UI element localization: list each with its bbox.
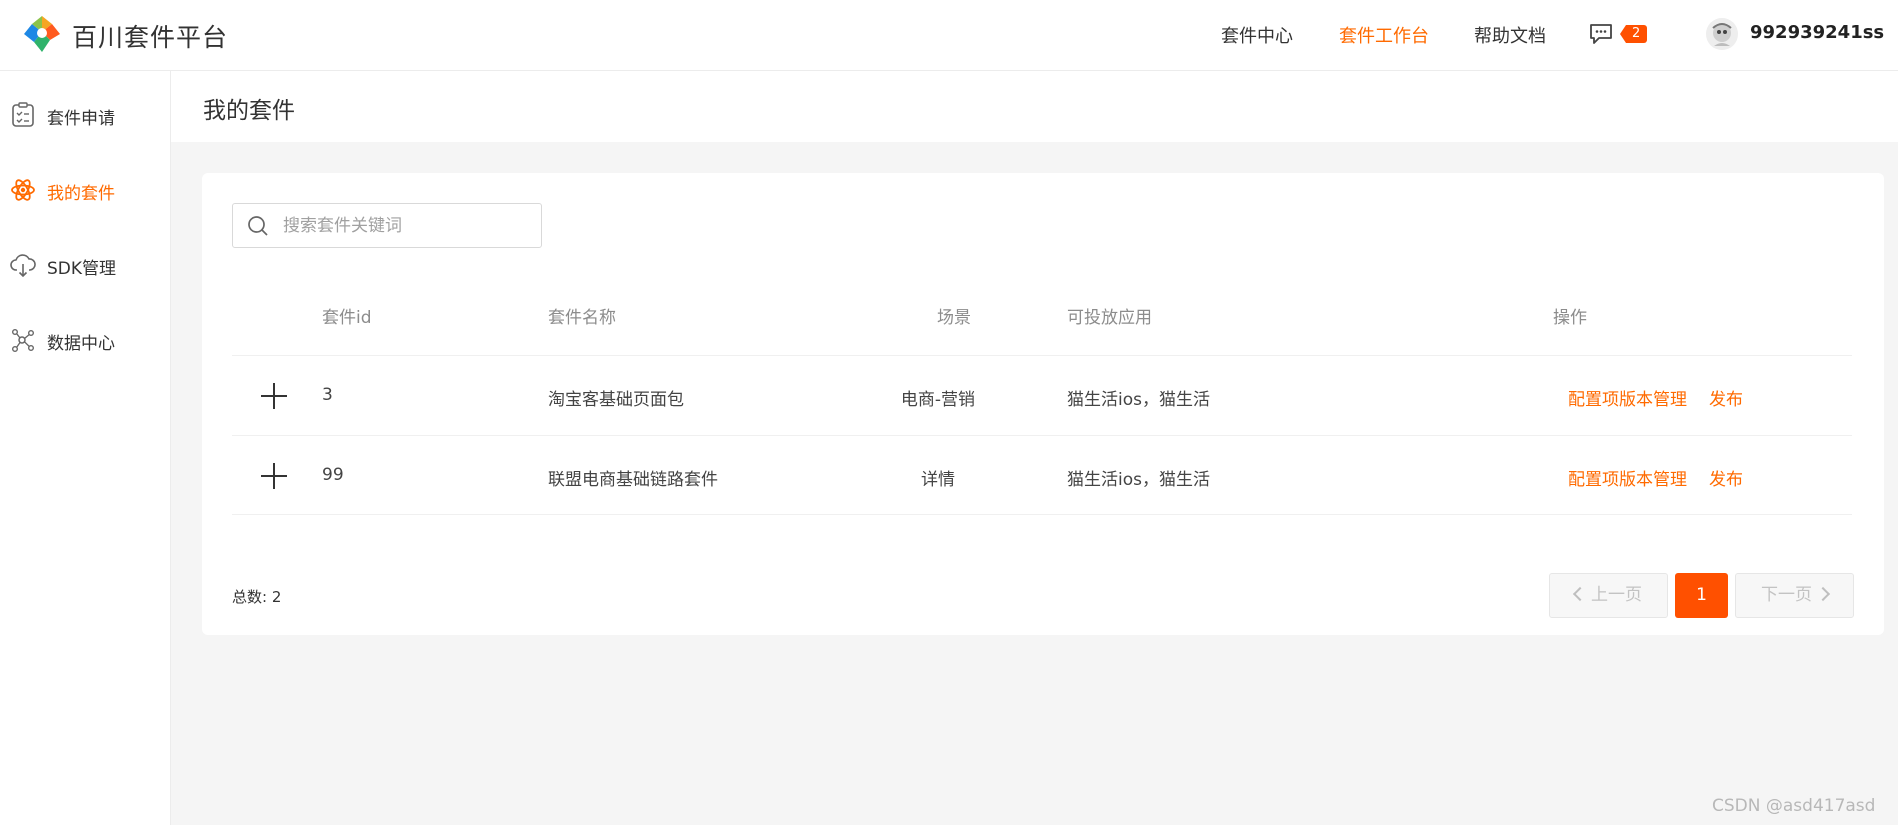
kit-id-cell: 99 (322, 465, 344, 485)
kit-id-cell: 3 (322, 385, 333, 405)
column-header-apps: 可投放应用 (1067, 308, 1152, 328)
column-header-actions: 操作 (1553, 308, 1587, 328)
table-row: 3 淘宝客基础页面包 电商-营销 猫生活ios，猫生活 配置项版本管理 发布 (232, 355, 1852, 435)
config-version-management-link[interactable]: 配置项版本管理 (1568, 465, 1687, 490)
sidebar-item-label: 套件申请 (47, 109, 115, 129)
column-header-kit-id: 套件id (322, 308, 372, 328)
kit-name-cell: 淘宝客基础页面包 (548, 390, 684, 410)
clipboard-icon (12, 102, 34, 127)
kit-name-cell: 联盟电商基础链路套件 (548, 470, 718, 490)
chevron-left-icon (1572, 586, 1588, 601)
prev-page-button[interactable]: 上一页 (1549, 573, 1668, 618)
search-input[interactable] (283, 204, 533, 247)
page-title-bar: 我的套件 (171, 71, 1898, 142)
table-row: 99 联盟电商基础链路套件 详情 猫生活ios，猫生活 配置项版本管理 发布 (232, 435, 1852, 515)
message-icon[interactable] (1589, 23, 1613, 45)
sidebar-item-label: 数据中心 (47, 334, 115, 354)
sidebar-item-label: SDK管理 (47, 259, 117, 279)
main-content: 我的套件 套件id 套件名称 场景 可投放应用 操作 3 淘宝客基础页面包 电商… (171, 71, 1898, 825)
apps-cell: 猫生活ios，猫生活 (1067, 470, 1210, 490)
page-number-current[interactable]: 1 (1675, 573, 1728, 618)
column-header-kit-name: 套件名称 (548, 308, 616, 328)
message-count-badge[interactable]: 2 (1620, 25, 1648, 43)
avatar[interactable] (1706, 18, 1738, 50)
expand-row-plus-icon[interactable] (261, 462, 289, 490)
apps-cell: 猫生活ios，猫生活 (1067, 390, 1210, 410)
top-header: 百川套件平台 套件中心 套件工作台 帮助文档 2 992939241ss (0, 0, 1898, 71)
expand-row-plus-icon[interactable] (261, 382, 289, 410)
scene-cell: 电商-营销 (900, 390, 976, 410)
scene-cell: 详情 (921, 470, 955, 490)
sidebar-item-my-kits[interactable]: 我的套件 (0, 170, 170, 210)
chevron-right-icon (1815, 586, 1831, 601)
next-page-button[interactable]: 下一页 (1735, 573, 1854, 618)
username[interactable]: 992939241ss (1750, 22, 1884, 43)
nav-help-docs[interactable]: 帮助文档 (1474, 22, 1546, 48)
cloud-download-icon (10, 254, 36, 278)
sidebar-item-label: 我的套件 (47, 184, 115, 204)
baichuan-logo-icon[interactable] (22, 14, 62, 54)
sidebar: 套件申请 我的套件 SDK管理 数据中心 (0, 71, 171, 825)
prev-page-label: 上一页 (1591, 585, 1642, 605)
nav-kit-workbench[interactable]: 套件工作台 (1339, 22, 1429, 48)
network-icon (12, 329, 35, 353)
sidebar-item-sdk-management[interactable]: SDK管理 (0, 245, 170, 285)
sidebar-item-kit-apply[interactable]: 套件申请 (0, 95, 170, 135)
nav-kit-center[interactable]: 套件中心 (1221, 22, 1293, 48)
watermark: CSDN @asd417asd (1712, 796, 1876, 816)
publish-link[interactable]: 发布 (1709, 465, 1743, 490)
total-count: 总数: 2 (232, 588, 282, 606)
atom-icon (11, 179, 35, 201)
brand-name: 百川套件平台 (72, 23, 229, 52)
page-title: 我的套件 (203, 98, 295, 124)
user-avatar-icon (1706, 18, 1738, 50)
search-box[interactable] (232, 203, 542, 248)
column-header-scene: 场景 (937, 308, 971, 328)
config-version-management-link[interactable]: 配置项版本管理 (1568, 385, 1687, 410)
next-page-label: 下一页 (1761, 585, 1812, 605)
kits-card: 套件id 套件名称 场景 可投放应用 操作 3 淘宝客基础页面包 电商-营销 猫… (202, 173, 1884, 635)
search-icon (248, 216, 268, 236)
sidebar-item-data-center[interactable]: 数据中心 (0, 320, 170, 360)
publish-link[interactable]: 发布 (1709, 385, 1743, 410)
